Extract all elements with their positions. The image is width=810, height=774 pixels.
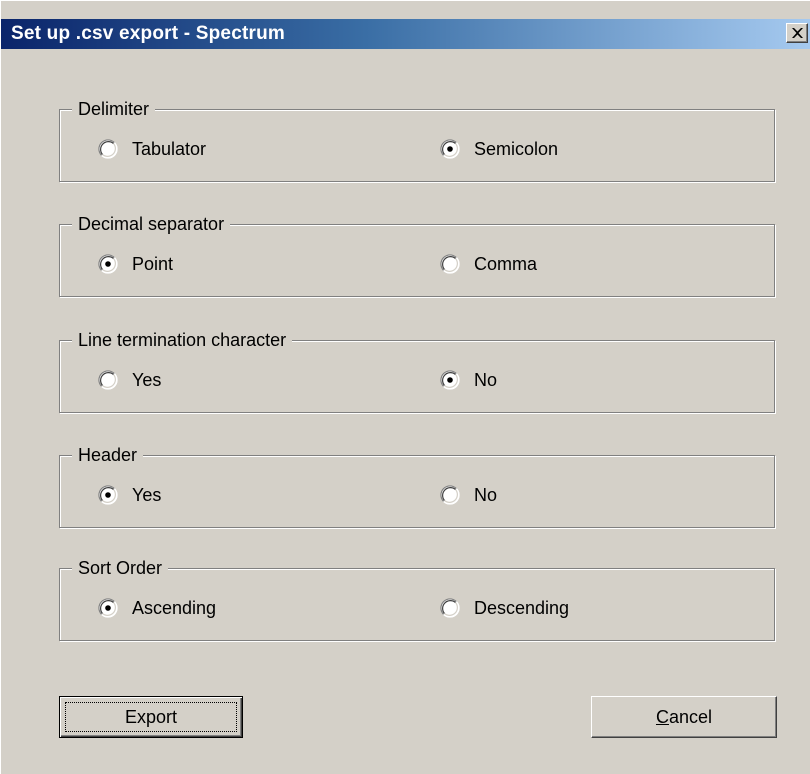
cancel-button[interactable]: Cancel xyxy=(591,696,777,738)
radio-point[interactable]: Point xyxy=(98,253,298,275)
radio-ascending-label: Ascending xyxy=(132,598,217,618)
title-bar[interactable]: Set up .csv export - Spectrum xyxy=(1,19,810,49)
radio-selected-dot xyxy=(105,492,111,498)
radio-point-label: Point xyxy=(132,254,174,274)
radio-descending-label: Descending xyxy=(474,598,570,618)
cancel-button-label: Cancel xyxy=(656,707,712,727)
sort-order-group: Sort Order Ascending Descending xyxy=(59,558,775,641)
radio-header-no-label: No xyxy=(474,485,498,505)
cancel-accelerator: C xyxy=(655,707,669,727)
close-icon xyxy=(792,28,803,38)
radio-line-termination-yes[interactable]: Yes xyxy=(98,369,298,391)
radio-descending[interactable]: Descending xyxy=(440,597,690,619)
export-button-label: Export xyxy=(124,707,178,727)
radio-semicolon[interactable]: Semicolon xyxy=(440,138,690,160)
radio-selected-dot xyxy=(447,377,453,383)
radio-header-yes-label: Yes xyxy=(132,485,162,505)
close-button[interactable] xyxy=(786,23,808,43)
radio-selected-dot xyxy=(447,146,453,152)
radio-circle-icon xyxy=(98,254,118,274)
radio-selected-dot xyxy=(105,261,111,267)
radio-selected-dot xyxy=(105,605,111,611)
radio-circle-icon xyxy=(98,370,118,390)
header-group: Header Yes No xyxy=(59,445,775,528)
radio-line-termination-yes-label: Yes xyxy=(132,370,162,390)
radio-semicolon-label: Semicolon xyxy=(474,139,559,159)
radio-comma-label: Comma xyxy=(474,254,538,274)
radio-line-termination-no-label: No xyxy=(474,370,498,390)
radio-circle-icon xyxy=(98,598,118,618)
radio-tabulator[interactable]: Tabulator xyxy=(98,138,298,160)
cancel-label-rest: ancel xyxy=(668,707,713,727)
radio-circle-icon xyxy=(440,485,460,505)
radio-header-no[interactable]: No xyxy=(440,484,690,506)
radio-tabulator-label: Tabulator xyxy=(132,139,207,159)
dialog-window: Set up .csv export - Spectrum Delimiter … xyxy=(0,0,810,774)
window-title: Set up .csv export - Spectrum xyxy=(11,23,285,44)
radio-circle-icon xyxy=(98,485,118,505)
decimal-separator-group: Decimal separator Point Comma xyxy=(59,214,775,297)
header-group-label: Header xyxy=(72,445,144,465)
delimiter-group: Delimiter Tabulator Semicolon xyxy=(59,99,775,182)
radio-circle-icon xyxy=(440,370,460,390)
line-termination-group-label: Line termination character xyxy=(72,330,293,350)
radio-circle-icon xyxy=(440,139,460,159)
sort-order-group-label: Sort Order xyxy=(72,558,169,578)
export-button[interactable]: Export xyxy=(59,696,243,738)
radio-comma[interactable]: Comma xyxy=(440,253,690,275)
delimiter-group-label: Delimiter xyxy=(72,99,156,119)
radio-circle-icon xyxy=(98,139,118,159)
radio-ascending[interactable]: Ascending xyxy=(98,597,298,619)
line-termination-group: Line termination character Yes No xyxy=(59,330,775,413)
radio-circle-icon xyxy=(440,598,460,618)
radio-circle-icon xyxy=(440,254,460,274)
radio-header-yes[interactable]: Yes xyxy=(98,484,298,506)
radio-line-termination-no[interactable]: No xyxy=(440,369,690,391)
decimal-separator-group-label: Decimal separator xyxy=(72,214,231,234)
